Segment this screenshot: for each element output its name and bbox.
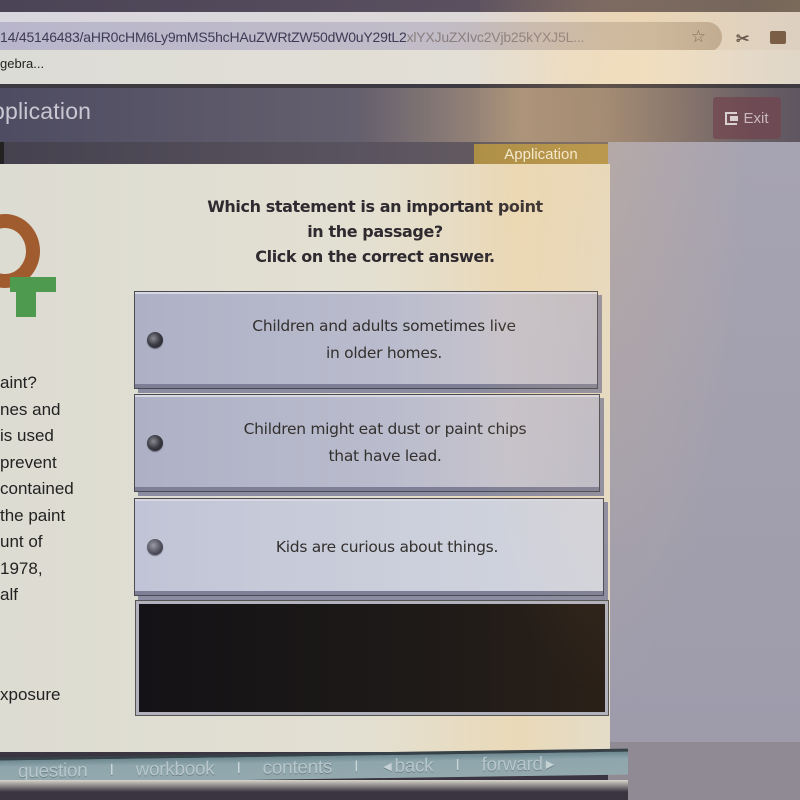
passage-line: unt of [0,532,43,551]
radio-icon[interactable] [147,539,163,555]
star-icon[interactable]: ☆ [691,27,706,47]
feedback-panel [136,601,608,715]
passage-line: alf [0,585,18,604]
passage-line: 1978, [0,558,43,578]
exit-icon [725,111,739,125]
extension-icon[interactable]: ✂ [736,29,749,49]
nav-separator: I [354,757,359,775]
right-pane-bottom [608,742,800,800]
passage-line: aint? [0,373,37,392]
nav-separator: I [236,759,241,777]
browser-frame-top [0,0,800,12]
nav-workbook[interactable]: workbook [136,758,215,781]
answer-option-3[interactable]: Kids are curious about things. [134,498,604,596]
back-arrow-icon: ◀ [383,760,392,774]
nav-back[interactable]: back [394,755,433,778]
browser-toolbar: 14/45146483/aHR0cHM6Ly9mMS5hcHAuZWRtZW50… [0,12,800,52]
passage-line: prevent [0,452,57,472]
content-page: aint? nes and is used prevent contained … [0,164,610,752]
url-text[interactable]: 14/45146483/aHR0cHM6Ly9mMS5hcHAuZWRtZW50… [0,29,660,45]
answer-option-1[interactable]: Children and adults sometimes live in ol… [134,291,598,389]
passage-line: the paint [0,505,66,525]
question-line: in the passage? [307,222,443,241]
cast-icon[interactable] [770,31,786,44]
passage-line: is used [0,426,54,445]
tab-application[interactable]: Application [474,144,608,165]
question-line: Click on the correct answer. [255,247,495,266]
answer-text: Kids are curious about things. [275,537,499,556]
passage-text: aint? nes and is used prevent contained … [0,370,130,609]
answer-text: Children might eat dust or paint chips t… [243,420,527,465]
app-header: pplication Exit [0,88,800,142]
exit-label: Exit [743,109,769,127]
nav-separator: I [455,756,460,774]
bookmarks-bar: gebra... [0,50,800,84]
logo-letter-t-stem [16,277,36,317]
nav-separator: I [109,761,114,779]
radio-icon[interactable] [147,332,163,348]
exit-button[interactable]: Exit [713,97,781,139]
bottom-nav: question I workbook I contents I ◀ back … [0,748,628,784]
answer-option-2[interactable]: Children might eat dust or paint chips t… [134,394,600,492]
nav-forward[interactable]: forward [482,753,543,776]
radio-icon[interactable] [147,435,163,451]
question-line: Which statement is an important point [207,197,543,216]
address-bar[interactable]: 14/45146483/aHR0cHM6Ly9mMS5hcHAuZWRtZW50… [0,22,722,52]
tab-strip-edge [0,142,4,164]
bookmark-item[interactable]: gebra... [0,56,44,71]
app-title: pplication [0,98,92,124]
passage-line: nes and [0,399,61,419]
nav-contents[interactable]: contents [263,756,332,779]
right-pane [608,142,800,742]
screen-bezel [0,780,628,800]
forward-arrow-icon: ▶ [545,758,554,771]
answer-text: Children and adults sometimes live in ol… [252,317,516,362]
question-prompt: Which statement is an important point in… [140,194,610,269]
passage-line: xposure [0,685,61,704]
passage-line: contained [0,479,74,498]
